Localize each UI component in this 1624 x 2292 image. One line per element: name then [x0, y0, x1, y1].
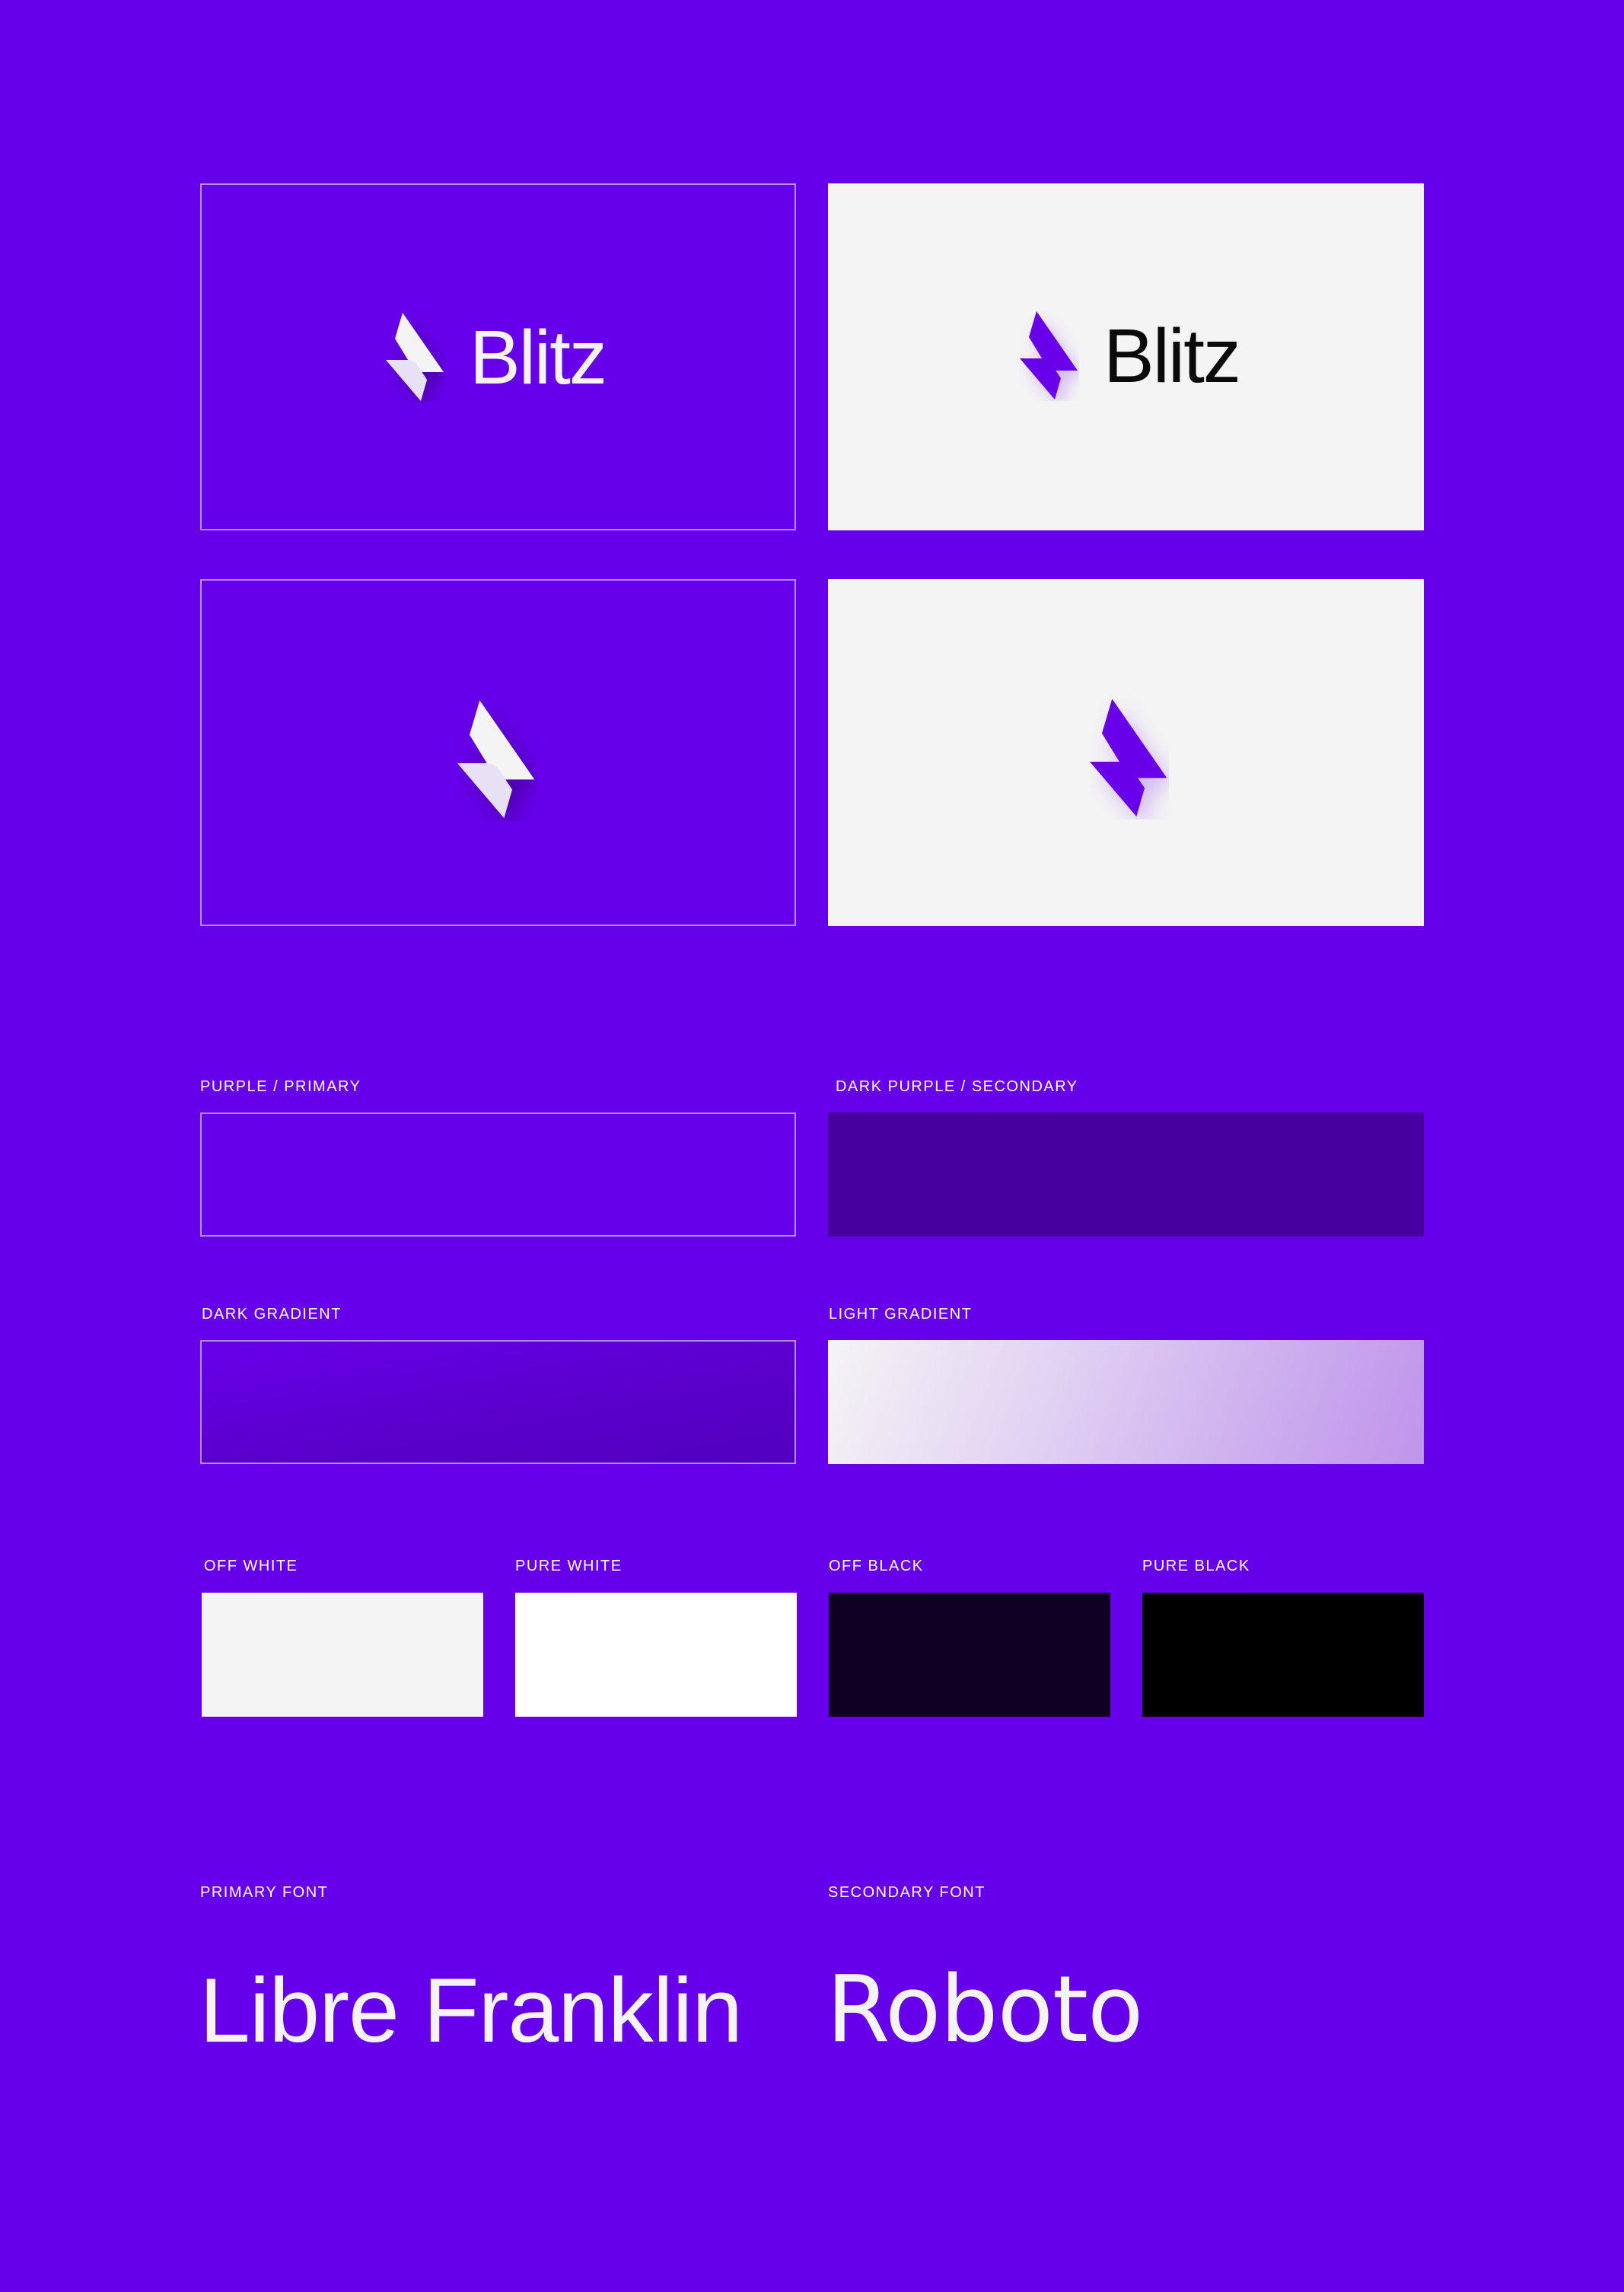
color-label-light-gradient: LIGHT GRADIENT [829, 1306, 973, 1323]
font-label-primary: PRIMARY FONT [200, 1884, 329, 1901]
blitz-lightning-mark-icon [386, 313, 445, 403]
logo-panel-dark-mark [200, 579, 796, 926]
logo-panel-light-full: Blitz [828, 183, 1424, 530]
color-label-primary: PURPLE / PRIMARY [200, 1078, 361, 1095]
swatch-primary [200, 1113, 796, 1237]
color-label-pure-white: PURE WHITE [515, 1558, 623, 1574]
swatch-pure-black [1142, 1593, 1424, 1717]
color-label-dark-gradient: DARK GRADIENT [202, 1306, 342, 1323]
blitz-lightning-mark-icon [1020, 311, 1079, 401]
wordmark: Blitz [1103, 314, 1241, 399]
font-sample-primary: Libre Franklin [199, 1959, 743, 2061]
color-label-off-black: OFF BLACK [829, 1558, 924, 1574]
logo-lockup: Blitz [1020, 311, 1241, 401]
swatch-pure-white [515, 1593, 797, 1717]
logo-panel-dark-full: Blitz [200, 183, 796, 530]
swatch-off-white [202, 1593, 483, 1717]
swatch-secondary [828, 1113, 1424, 1237]
wordmark: Blitz [470, 315, 607, 400]
logo-panel-light-mark [828, 579, 1424, 926]
blitz-lightning-mark-icon [457, 699, 537, 821]
color-label-secondary: DARK PURPLE / SECONDARY [836, 1078, 1078, 1095]
font-sample-secondary: Roboto [826, 1957, 1143, 2063]
color-label-off-white: OFF WHITE [204, 1558, 298, 1574]
color-label-pure-black: PURE BLACK [1142, 1558, 1250, 1574]
font-label-secondary: SECONDARY FONT [828, 1884, 986, 1901]
swatch-off-black [829, 1593, 1110, 1717]
swatch-light-gradient [828, 1340, 1424, 1464]
logo-lockup: Blitz [386, 313, 607, 403]
swatch-dark-gradient [200, 1340, 796, 1464]
blitz-lightning-mark-icon [1090, 698, 1169, 820]
